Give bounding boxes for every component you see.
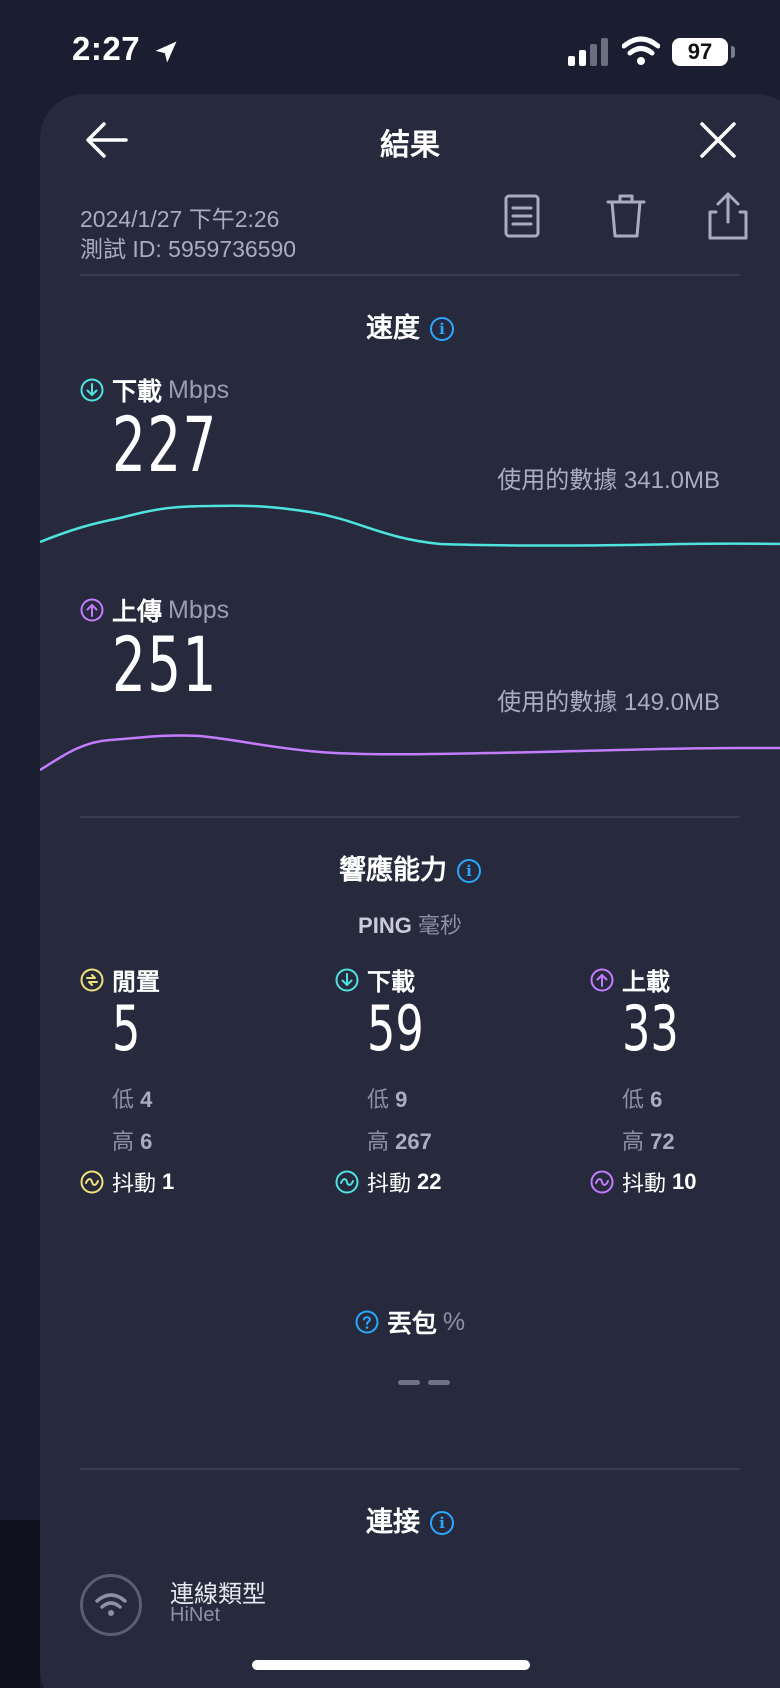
ping-upload-high: 高 72	[622, 1124, 675, 1156]
divider	[80, 1468, 740, 1470]
status-bar: 2:27 97	[0, 0, 780, 96]
battery-indicator: 97	[672, 38, 728, 66]
responsiveness-section-title: 響應能力 i	[40, 848, 780, 887]
home-indicator	[252, 1660, 530, 1670]
speed-section-title: 速度 i	[40, 306, 780, 345]
ping-label-text: PING	[358, 913, 412, 938]
upload-speed-value: 251	[112, 620, 218, 709]
jitter-value: 10	[672, 1169, 697, 1194]
packet-loss-title: 丟包 %	[40, 1304, 780, 1340]
download-arrow-icon	[335, 968, 359, 991]
test-date: 2024/1/27 下午2:26	[80, 206, 280, 232]
battery-tip	[731, 46, 735, 58]
trash-icon[interactable]	[600, 190, 652, 242]
packet-loss-placeholder-dash	[398, 1380, 420, 1385]
jitter-icon	[80, 1170, 104, 1194]
ping-idle-high: 高 6	[112, 1124, 152, 1156]
connection-type-icon-wrap	[80, 1574, 142, 1636]
help-icon[interactable]	[355, 1310, 379, 1334]
document-icon[interactable]	[496, 190, 548, 242]
low-label: 低	[622, 1087, 645, 1112]
ping-download-high: 高 267	[367, 1124, 432, 1156]
jitter-value: 1	[162, 1169, 175, 1194]
wifi-icon	[622, 36, 660, 65]
low-value: 9	[395, 1087, 408, 1112]
jitter-label: 抖動	[112, 1171, 157, 1196]
high-label: 高	[622, 1129, 645, 1154]
divider	[80, 816, 740, 818]
ping-download-low: 低 9	[367, 1082, 407, 1114]
page-title: 結果	[380, 129, 440, 162]
ping-idle-jitter: 抖動 1	[80, 1166, 174, 1198]
download-speed-value: 227	[112, 400, 218, 489]
connection-info-icon[interactable]: i	[430, 1511, 454, 1535]
packet-loss-placeholder-dash	[428, 1380, 450, 1385]
upload-arrow-icon	[80, 598, 104, 622]
ping-idle-value: 5	[112, 992, 141, 1065]
background-strip	[0, 1520, 40, 1688]
wifi-icon	[95, 1593, 127, 1616]
speed-info-icon[interactable]: i	[430, 317, 454, 341]
speed-title-text: 速度	[366, 313, 420, 343]
results-sheet: 結果 2024/1/27 下午2:26 測試 ID: 5959736590 速度…	[40, 94, 780, 1688]
ping-upload-jitter: 抖動 10	[590, 1166, 697, 1198]
low-value: 6	[650, 1087, 663, 1112]
ping-idle-low: 低 4	[112, 1082, 152, 1114]
ping-label: PING 毫秒	[40, 908, 780, 940]
low-label: 低	[112, 1087, 135, 1112]
connection-title-text: 連接	[366, 1507, 420, 1537]
share-icon[interactable]	[702, 190, 754, 242]
ping-download-jitter: 抖動 22	[335, 1166, 442, 1198]
ping-download-value: 59	[367, 992, 424, 1065]
jitter-label: 抖動	[367, 1171, 412, 1196]
ping-upload-value: 33	[622, 992, 679, 1065]
high-value: 6	[140, 1129, 153, 1154]
jitter-value: 22	[417, 1169, 442, 1194]
cellular-signal-icon	[568, 38, 608, 66]
close-icon[interactable]	[694, 116, 742, 164]
idle-icon	[80, 968, 104, 991]
packet-loss-unit: %	[442, 1307, 466, 1336]
low-label: 低	[367, 1087, 390, 1112]
responsiveness-info-icon[interactable]: i	[457, 859, 481, 883]
jitter-icon	[590, 1170, 614, 1194]
status-time: 2:27	[72, 30, 141, 67]
high-value: 267	[395, 1129, 432, 1154]
connection-section-title: 連接 i	[40, 1500, 780, 1539]
ping-unit: 毫秒	[417, 913, 462, 938]
download-arrow-icon	[80, 378, 104, 402]
ping-upload-low: 低 6	[622, 1082, 662, 1114]
low-value: 4	[140, 1087, 153, 1112]
jitter-icon	[335, 1170, 359, 1194]
divider	[80, 274, 740, 276]
packet-loss-label: 丟包	[386, 1310, 437, 1338]
jitter-label: 抖動	[622, 1171, 667, 1196]
high-label: 高	[112, 1129, 135, 1154]
location-arrow-icon	[155, 41, 177, 63]
test-id: 測試 ID: 5959736590	[80, 236, 297, 262]
responsiveness-title-text: 響應能力	[339, 855, 447, 885]
high-label: 高	[367, 1129, 390, 1154]
download-speed-graph	[40, 504, 780, 547]
high-value: 72	[650, 1129, 675, 1154]
connection-type-value: HiNet	[170, 1604, 221, 1626]
upload-arrow-icon	[590, 968, 614, 991]
upload-speed-graph	[40, 734, 780, 772]
